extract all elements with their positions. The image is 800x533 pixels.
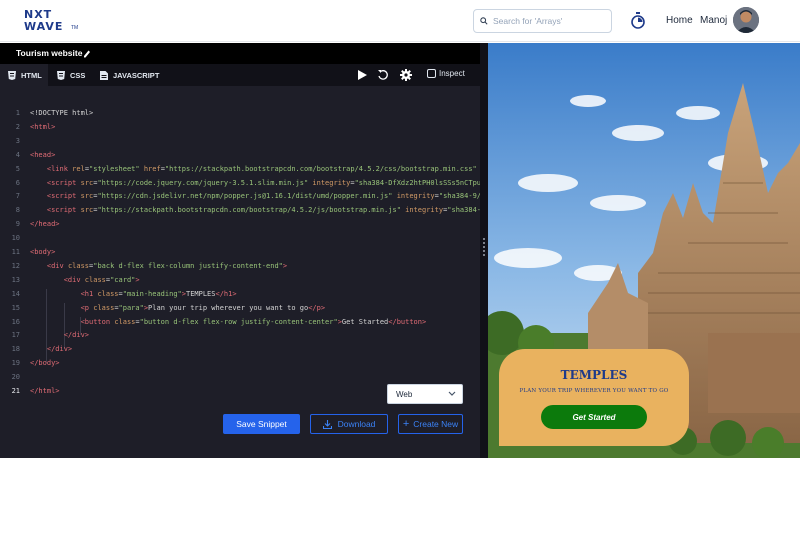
tab-css[interactable]: CSS — [57, 64, 85, 86]
plus-icon: + — [402, 418, 410, 430]
grip-dot — [483, 242, 485, 244]
create-new-button[interactable]: + Create New — [398, 414, 463, 434]
code-text: </html> — [30, 387, 60, 395]
line-number: 5 — [15, 164, 20, 173]
code-text: <h1 class="main-heading">TEMPLES</h1> — [80, 289, 237, 298]
avatar[interactable] — [733, 7, 759, 33]
search-box[interactable] — [473, 9, 612, 33]
nxtwave-logo[interactable]: NXT WAVE TM — [24, 8, 78, 34]
code-text: </head> — [30, 220, 60, 229]
line-number: 1 — [15, 109, 20, 117]
grip-dot — [483, 250, 485, 252]
code-text: <link rel="stylesheet" href="https://sta… — [46, 164, 477, 173]
line-number: 20 — [11, 373, 20, 382]
search-input[interactable] — [493, 16, 603, 26]
top-navbar: NXT WAVE TM Home Manoj — [0, 0, 800, 42]
create-new-label: Create New — [413, 419, 459, 429]
tab-html[interactable]: HTML — [0, 64, 48, 86]
line-number: 21 — [11, 387, 20, 395]
line-number: 11 — [11, 248, 20, 256]
code-area[interactable]: 1 <!DOCTYPE html> 2 <html> 3 4 <head> 5 <link r… — [0, 109, 480, 399]
reset-icon[interactable] — [377, 69, 389, 81]
tab-javascript-label: JAVASCRIPT — [113, 70, 160, 80]
line-number: 16 — [11, 317, 20, 326]
live-preview-panel: TEMPLES PLAN YOUR TRIP WHEREVER YOU WANT… — [488, 43, 800, 458]
grip-dot — [483, 246, 485, 248]
line-number: 3 — [15, 136, 20, 145]
code-text: <head> — [30, 150, 56, 159]
search-icon — [480, 17, 488, 25]
code-text: <html> — [30, 122, 56, 131]
download-button[interactable]: Download — [310, 414, 388, 434]
code-text: </div> — [46, 345, 73, 354]
line-number: 10 — [11, 234, 20, 243]
code-text: <script src="https://stackpath.bootstrap… — [46, 206, 480, 215]
project-title: Tourism website — [16, 48, 83, 58]
logo-line-2: WAVE — [24, 20, 64, 33]
line-number: 6 — [15, 178, 20, 187]
code-text: <script src="https://cdn.jsdelivr.net/np… — [46, 192, 480, 201]
inspect-checkbox[interactable] — [427, 69, 436, 78]
js-file-icon — [100, 70, 108, 80]
line-number: 12 — [11, 261, 20, 270]
editor-tab-bar: HTML CSS JAVASCRIPT Inspect — [0, 64, 480, 86]
logo-trademark: TM — [71, 25, 79, 31]
code-editor-panel: Tourism website HTML CSS JAVASCRIPT Insp… — [0, 43, 480, 458]
code-text: </body> — [30, 359, 60, 368]
nav-user-name[interactable]: Manoj — [700, 15, 727, 26]
run-play-icon[interactable] — [356, 69, 368, 81]
grip-dot — [483, 238, 485, 240]
line-number: 4 — [15, 150, 20, 159]
panel-resize-handle[interactable] — [480, 43, 488, 458]
tab-css-label: CSS — [70, 70, 86, 80]
project-title-bar: Tourism website — [0, 43, 480, 64]
code-text: <div class="back d-flex flex-column just… — [46, 261, 288, 270]
code-text: <div class="card"> — [63, 275, 140, 284]
line-number: 19 — [11, 359, 20, 368]
mode-select-value: Web — [396, 389, 413, 399]
tab-javascript[interactable]: JAVASCRIPT — [100, 64, 159, 86]
inspect-toggle[interactable]: Inspect — [427, 69, 465, 78]
line-number: 15 — [11, 303, 20, 312]
line-number: 2 — [15, 122, 20, 131]
code-text: </div> — [63, 331, 90, 340]
avatar-image — [733, 7, 759, 33]
card-para: PLAN YOUR TRIP WHEREVER YOU WANT TO GO — [519, 388, 669, 394]
inspect-label: Inspect — [439, 69, 465, 78]
tab-html-label: HTML — [21, 70, 42, 80]
app: NXT WAVE TM Home Manoj — [0, 0, 800, 533]
download-icon — [322, 419, 332, 429]
code-text: <body> — [30, 248, 56, 256]
line-number: 9 — [15, 220, 20, 229]
code-text: <button class="button d-flex flex-row ju… — [80, 317, 427, 326]
line-number: 14 — [11, 289, 20, 298]
save-snippet-button[interactable]: Save Snippet — [223, 414, 300, 434]
get-started-button[interactable]: Get Started — [541, 405, 647, 429]
line-number: 18 — [11, 345, 20, 354]
grip-dot — [483, 254, 485, 256]
css-file-icon — [57, 70, 65, 80]
chevron-down-icon — [448, 391, 456, 396]
line-number: 13 — [11, 275, 20, 284]
code-text: <p class="para">Plan your trip wherever … — [80, 303, 326, 312]
edit-pencil-icon[interactable] — [83, 48, 91, 58]
download-label: Download — [337, 419, 376, 429]
line-number: 8 — [15, 206, 20, 215]
temples-card: TEMPLES PLAN YOUR TRIP WHEREVER YOU WANT… — [499, 349, 689, 446]
stopwatch-icon[interactable] — [630, 12, 646, 30]
html-file-icon — [8, 70, 16, 80]
nav-home-link[interactable]: Home — [666, 15, 693, 26]
gear-icon[interactable] — [400, 69, 412, 81]
code-text: <script src="https://code.jquery.com/jqu… — [46, 178, 480, 187]
code-text: <!DOCTYPE html> — [30, 109, 94, 117]
main-heading: TEMPLES — [560, 368, 628, 382]
mode-select[interactable]: Web — [387, 384, 463, 404]
line-number: 17 — [11, 331, 20, 340]
line-number: 7 — [15, 192, 20, 201]
